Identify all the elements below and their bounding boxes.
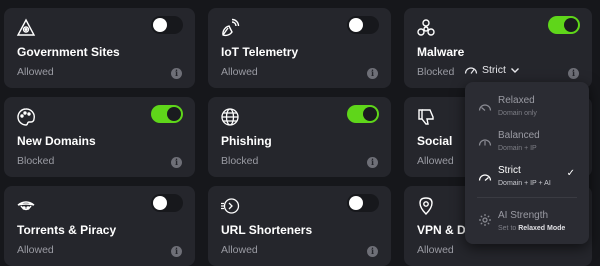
checkmark-icon: ✓: [566, 168, 575, 179]
card-status: Blocked: [221, 155, 259, 167]
ai-strength-option[interactable]: AI Strength Set to Relaxed Mode: [465, 205, 589, 241]
info-icon[interactable]: i: [171, 68, 182, 79]
card-status: Allowed: [221, 244, 258, 256]
pirate-icon: [16, 196, 36, 216]
category-card-iot-telemetry: IoT Telemetry Allowed i: [208, 8, 391, 88]
card-status: Allowed: [221, 66, 258, 78]
mode-option-strict[interactable]: Strict Domain + IP + AI ✓: [465, 160, 589, 196]
category-card-phishing: Phishing Blocked i: [208, 97, 391, 177]
government-icon: [16, 18, 36, 38]
gauge-high-icon: [478, 169, 492, 187]
card-status: Allowed: [417, 155, 454, 167]
biohazard-icon: [416, 18, 436, 38]
gauge-icon: [464, 65, 478, 75]
card-status: Allowed: [417, 244, 454, 256]
card-title: URL Shorteners: [221, 223, 313, 237]
torrents-piracy-toggle[interactable]: [151, 194, 183, 212]
mode-option-label: Relaxed: [498, 95, 535, 106]
card-title: IoT Telemetry: [221, 45, 299, 59]
ai-strength-description: Set to Relaxed Mode: [498, 225, 565, 232]
card-status: Blocked: [17, 155, 55, 167]
gauge-low-icon: [478, 99, 492, 117]
menu-divider: [477, 197, 577, 198]
mode-option-label: Balanced: [498, 130, 540, 141]
government-sites-toggle[interactable]: [151, 16, 183, 34]
card-title: Social: [417, 134, 453, 148]
info-icon[interactable]: i: [367, 157, 378, 168]
card-status: Allowed: [17, 66, 54, 78]
palette-icon: [16, 107, 36, 127]
info-icon[interactable]: i: [367, 246, 378, 257]
url-shorteners-toggle[interactable]: [347, 194, 379, 212]
info-icon[interactable]: i: [568, 68, 579, 79]
mode-selector[interactable]: Strict: [464, 64, 520, 76]
ai-strength-prefix: Set to: [498, 225, 519, 232]
card-status: Blocked: [417, 66, 455, 78]
ai-strength-label: AI Strength: [498, 210, 549, 221]
card-title: Phishing: [221, 134, 272, 148]
iot-telemetry-icon: [220, 18, 240, 38]
mode-option-description: Domain + IP: [498, 145, 537, 152]
phishing-toggle[interactable]: [347, 105, 379, 123]
mode-dropdown-menu: Relaxed Domain only Balanced Domain + IP…: [465, 82, 589, 244]
info-icon[interactable]: i: [171, 157, 182, 168]
gauge-mid-icon: [478, 134, 492, 152]
info-icon[interactable]: i: [367, 68, 378, 79]
category-card-new-domains: New Domains Blocked i: [4, 97, 195, 177]
new-domains-toggle[interactable]: [151, 105, 183, 123]
chevron-down-icon: [510, 67, 520, 74]
mode-label: Strict: [482, 64, 506, 76]
mode-option-balanced[interactable]: Balanced Domain + IP: [465, 125, 589, 161]
category-card-malware: Malware Blocked Strict i: [404, 8, 592, 88]
category-card-url-shorteners: URL Shorteners Allowed i: [208, 186, 391, 266]
info-icon[interactable]: i: [171, 246, 182, 257]
mode-option-label: Strict: [498, 165, 521, 176]
mode-option-relaxed[interactable]: Relaxed Domain only: [465, 90, 589, 126]
malware-toggle[interactable]: [548, 16, 580, 34]
card-title: Torrents & Piracy: [17, 223, 117, 237]
iot-telemetry-toggle[interactable]: [347, 16, 379, 34]
mode-option-description: Domain only: [498, 110, 537, 117]
category-card-torrents-piracy: Torrents & Piracy Allowed i: [4, 186, 195, 266]
mode-option-description: Domain + IP + AI: [498, 180, 551, 187]
ai-gear-icon: [478, 214, 492, 232]
category-card-government-sites: Government Sites Allowed i: [4, 8, 195, 88]
ai-strength-value: Relaxed Mode: [518, 225, 566, 232]
thumbs-down-icon: [416, 107, 436, 127]
url-shortener-icon: [220, 196, 240, 216]
card-title: Malware: [417, 45, 465, 59]
card-title: New Domains: [17, 134, 96, 148]
card-title: Government Sites: [17, 45, 120, 59]
card-status: Allowed: [17, 244, 54, 256]
globe-icon: [220, 107, 240, 127]
vpn-shield-icon: [416, 196, 436, 216]
